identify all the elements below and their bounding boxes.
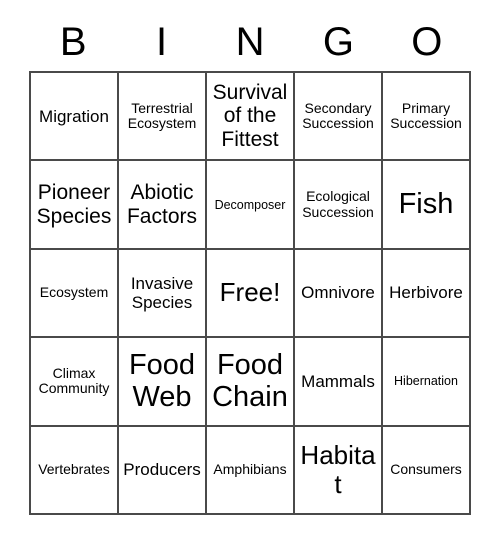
bingo-cell[interactable]: Habitat bbox=[295, 426, 383, 515]
bingo-header-letter-i: I bbox=[156, 19, 168, 64]
bingo-cell[interactable]: Climax Community bbox=[31, 338, 119, 427]
bingo-cell[interactable]: Ecosystem bbox=[31, 249, 119, 339]
bingo-cell[interactable]: Herbivore bbox=[383, 249, 471, 339]
bingo-header-row: B I N G O bbox=[29, 12, 471, 71]
bingo-cell-label: Amphibians bbox=[213, 460, 287, 477]
bingo-cell-label: Climax Community bbox=[38, 364, 110, 397]
bingo-cell[interactable]: Primary Succession bbox=[383, 73, 471, 162]
bingo-header-letter-b: B bbox=[59, 19, 87, 64]
bingo-cell-label: Fish bbox=[398, 188, 454, 221]
bingo-cell[interactable]: Pioneer Species bbox=[31, 161, 119, 250]
bingo-cell[interactable]: Abiotic Factors bbox=[119, 161, 207, 250]
bingo-cell[interactable]: Fish bbox=[383, 161, 471, 250]
bingo-cell-label: Free! bbox=[219, 277, 281, 308]
bingo-cell-label: Food Chain bbox=[212, 348, 288, 414]
bingo-cell-label: Survival of the Fittest bbox=[212, 80, 288, 151]
bingo-header-letter-n: N bbox=[235, 19, 265, 64]
bingo-cell[interactable]: Invasive Species bbox=[119, 249, 207, 339]
bingo-cell[interactable]: Ecological Succession bbox=[295, 161, 383, 250]
bingo-grid: Migration Terrestrial Ecosystem Survival… bbox=[29, 71, 471, 515]
bingo-cell[interactable]: Secondary Succession bbox=[295, 73, 383, 162]
bingo-cell[interactable]: Producers bbox=[119, 426, 207, 515]
bingo-cell-label: Producers bbox=[123, 460, 201, 480]
bingo-cell-label: Herbivore bbox=[389, 283, 463, 303]
bingo-header-letter-g: G bbox=[322, 19, 354, 64]
bingo-cell-label: Mammals bbox=[301, 371, 375, 391]
bingo-cell-label: Secondary Succession bbox=[302, 99, 374, 132]
bingo-cell[interactable]: Survival of the Fittest bbox=[207, 73, 295, 162]
bingo-cell-label: Terrestrial Ecosystem bbox=[127, 99, 197, 132]
bingo-cell-label: Hibernation bbox=[394, 374, 458, 389]
bingo-cell[interactable]: Food Chain bbox=[207, 338, 295, 427]
bingo-cell-label: Omnivore bbox=[301, 283, 375, 303]
bingo-cell[interactable]: Decomposer bbox=[207, 161, 295, 250]
bingo-cell[interactable]: Mammals bbox=[295, 338, 383, 427]
bingo-cell-label: Abiotic Factors bbox=[126, 181, 197, 228]
bingo-cell[interactable]: Amphibians bbox=[207, 426, 295, 515]
bingo-cell[interactable]: Consumers bbox=[383, 426, 471, 515]
bingo-cell-label: Invasive Species bbox=[130, 273, 194, 312]
bingo-cell-label: Food Web bbox=[128, 348, 196, 414]
bingo-header-letter-o: O bbox=[411, 19, 443, 64]
bingo-free-cell[interactable]: Free! bbox=[207, 249, 295, 339]
bingo-cell[interactable]: Migration bbox=[31, 73, 119, 162]
bingo-cell[interactable]: Terrestrial Ecosystem bbox=[119, 73, 207, 162]
bingo-cell-label: Ecological Succession bbox=[302, 187, 374, 220]
bingo-cell-label: Pioneer Species bbox=[36, 181, 112, 228]
bingo-card: B I N G O Migration Terrestrial Ecosyste… bbox=[0, 0, 500, 544]
bingo-cell-label: Primary Succession bbox=[390, 99, 462, 132]
bingo-cell-label: Ecosystem bbox=[39, 284, 109, 301]
bingo-cell[interactable]: Vertebrates bbox=[31, 426, 119, 515]
bingo-cell-label: Migration bbox=[39, 106, 109, 126]
bingo-cell[interactable]: Omnivore bbox=[295, 249, 383, 339]
bingo-cell-label: Vertebrates bbox=[38, 460, 110, 477]
bingo-cell-label: Decomposer bbox=[214, 197, 286, 212]
bingo-cell-label: Consumers bbox=[390, 460, 462, 477]
bingo-cell-label: Habitat bbox=[300, 439, 376, 499]
bingo-cell[interactable]: Hibernation bbox=[383, 338, 471, 427]
bingo-cell[interactable]: Food Web bbox=[119, 338, 207, 427]
